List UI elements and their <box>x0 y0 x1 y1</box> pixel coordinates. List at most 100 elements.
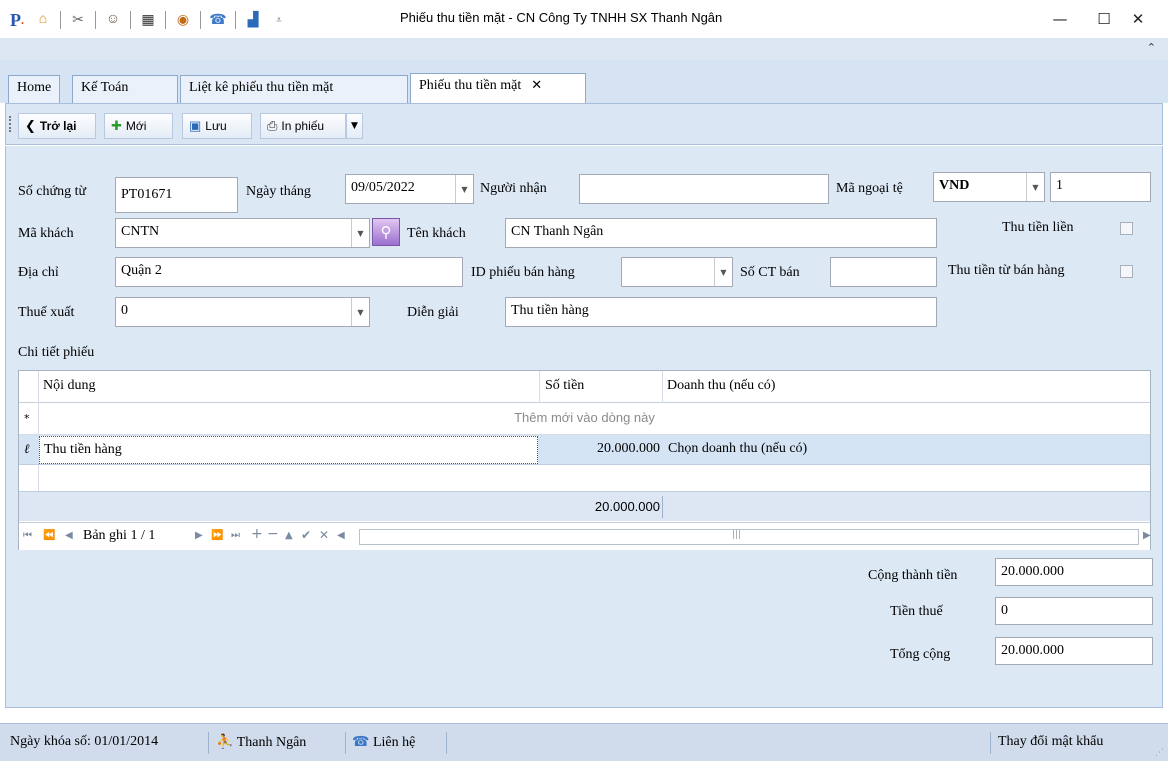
ngay-thang-input[interactable]: 09/05/2022 ▼ <box>345 174 474 204</box>
tong-cong-input[interactable]: 20.000.000 <box>995 637 1153 665</box>
sale-id-dropdown-icon[interactable]: ▼ <box>714 258 732 286</box>
so-chung-tu-label: Số chứng từ <box>18 184 87 199</box>
film-icon[interactable]: ▦ <box>137 10 159 30</box>
doanh-thu-cell[interactable]: Chọn doanh thu (nếu có) <box>668 441 807 457</box>
customize-dropdown-icon[interactable]: ⩡ <box>268 10 290 30</box>
grid-footer: 20.000.000 <box>19 491 1150 521</box>
cong-thanh-tien-input[interactable]: 20.000.000 <box>995 558 1153 586</box>
phone-icon[interactable]: ☎ <box>207 10 229 30</box>
document-tabs: Home Kế Toán Liệt kê phiếu thu tiền mặt … <box>0 60 1168 104</box>
id-phieu-ban-hang-label: ID phiếu bán hàng <box>471 265 575 280</box>
tab-liet-ke-phieu-thu[interactable]: Liệt kê phiếu thu tiền mặt <box>180 75 408 103</box>
tab-home[interactable]: Home <box>8 75 61 103</box>
edit-row-icon: ℓ <box>24 441 30 456</box>
home-icon[interactable]: ⌂ <box>32 10 54 30</box>
tab-ke-toan[interactable]: Kế Toán <box>72 75 178 103</box>
window-title: Phiếu thu tiền mặt - CN Công Ty TNHH SX … <box>400 10 723 25</box>
column-noi-dung[interactable]: Nội dung <box>43 378 96 394</box>
save-button[interactable]: ▣ Lưu <box>182 113 252 139</box>
details-grid: Nội dung Số tiền Doanh thu (nếu có) * Th… <box>18 370 1151 550</box>
thu-tien-lien-label: Thu tiền liền <box>1002 220 1074 235</box>
ten-khach-label: Tên khách <box>407 226 466 241</box>
thu-tien-tu-ban-hang-checkbox[interactable] <box>1120 265 1133 278</box>
new-button[interactable]: ✚ Mới <box>104 113 173 139</box>
cong-thanh-tien-label: Cộng thành tiền <box>868 568 958 583</box>
tax-dropdown-icon[interactable]: ▼ <box>351 298 369 326</box>
resize-grip-icon[interactable]: ⋰ <box>1155 748 1164 758</box>
last-record-icon[interactable]: ⏭ <box>231 530 240 541</box>
search-icon: ⚲ <box>380 224 392 241</box>
tien-thue-input[interactable]: 0 <box>995 597 1153 625</box>
thue-xuat-select[interactable]: 0 ▼ <box>115 297 370 327</box>
thu-tien-tu-ban-hang-label: Thu tiền từ bán hàng <box>948 263 1065 278</box>
nguoi-nhan-input[interactable] <box>579 174 829 204</box>
collapse-ribbon-icon[interactable]: ⌃ <box>1147 41 1156 54</box>
dia-chi-input[interactable]: Quận 2 <box>115 257 463 287</box>
table-row[interactable]: ℓ Thu tiền hàng 20.000.000 Chọn doanh th… <box>19 435 1150 465</box>
tab-phieu-thu-tien-mat[interactable]: Phiếu thu tiền mặt ✕ <box>410 73 586 104</box>
new-row[interactable]: * Thêm mới vào dòng này <box>19 403 1150 435</box>
close-button[interactable]: ✕ <box>1118 6 1158 32</box>
grid-icon[interactable]: ▟ <box>242 10 264 30</box>
date-dropdown-icon[interactable]: ▼ <box>455 175 473 203</box>
edit-record-icon[interactable]: ▲ <box>285 530 293 541</box>
minimize-button[interactable]: — <box>1040 6 1080 32</box>
column-so-tien[interactable]: Số tiền <box>545 378 584 394</box>
horizontal-scrollbar[interactable]: ||| <box>359 529 1139 545</box>
grid-header: Nội dung Số tiền Doanh thu (nếu có) <box>19 371 1150 403</box>
next-page-icon[interactable]: ⏩ <box>211 530 223 541</box>
thue-xuat-label: Thuế xuất <box>18 305 75 320</box>
user-icon: ⛹ <box>216 734 234 750</box>
app-logo-icon[interactable]: P. <box>6 10 28 30</box>
customer-dropdown-icon[interactable]: ▼ <box>351 219 369 247</box>
ten-khach-input[interactable]: CN Thanh Ngân <box>505 218 937 248</box>
printer-icon: ⎙ <box>267 118 278 133</box>
add-user-icon: ✚ <box>111 118 122 133</box>
so-ct-ban-input[interactable] <box>830 257 937 287</box>
so-chung-tu-input[interactable]: PT01671 <box>115 177 238 213</box>
contact-link[interactable]: ☎ Liên hệ <box>352 734 415 751</box>
footer-total: 20.000.000 <box>594 499 660 514</box>
toolbar-grip[interactable] <box>9 116 12 132</box>
tab-close-icon[interactable]: ✕ <box>531 78 542 93</box>
dia-chi-label: Địa chỉ <box>18 265 59 280</box>
column-doanh-thu[interactable]: Doanh thu (nếu có) <box>667 378 775 394</box>
tien-thue-label: Tiền thuế <box>890 604 943 619</box>
eye-icon[interactable]: ◉ <box>172 10 194 30</box>
tools-icon[interactable]: ✂ <box>67 10 89 30</box>
add-record-icon[interactable]: + <box>251 526 263 542</box>
so-ct-ban-label: Số CT bán <box>740 265 800 280</box>
cancel-record-icon[interactable]: ✕ <box>319 528 329 542</box>
id-phieu-ban-hang-select[interactable]: ▼ <box>621 257 733 287</box>
noi-dung-cell-input[interactable]: Thu tiền hàng <box>39 436 538 464</box>
delete-record-icon[interactable]: − <box>267 526 279 542</box>
ma-khach-select[interactable]: CNTN ▼ <box>115 218 370 248</box>
users-icon[interactable]: ☺ <box>102 10 124 30</box>
ma-ngoai-te-label: Mã ngoại tệ <box>836 181 903 196</box>
so-tien-cell[interactable]: 20.000.000 <box>544 441 660 457</box>
thu-tien-lien-checkbox[interactable] <box>1120 222 1133 235</box>
search-customer-button[interactable]: ⚲ <box>372 218 400 246</box>
toolbar: ❮ Trở lại ✚ Mới ▣ Lưu ⎙ In phiếu ▼ <box>5 103 1163 145</box>
confirm-record-icon[interactable]: ✔ <box>301 528 311 542</box>
prev-page-icon[interactable]: ⏪ <box>43 530 55 541</box>
user-status[interactable]: ⛹ Thanh Ngân <box>216 734 306 751</box>
exchange-rate-input[interactable]: 1 <box>1050 172 1151 202</box>
phone-icon: ☎ <box>352 734 370 750</box>
prev-record-icon[interactable]: ◀ <box>65 530 73 541</box>
back-button[interactable]: ❮ Trở lại <box>18 113 96 139</box>
dien-giai-input[interactable]: Thu tiền hàng <box>505 297 937 327</box>
tong-cong-label: Tổng cộng <box>890 647 951 662</box>
quick-access-toolbar: P. ⌂ ✂ ☺ ▦ ◉ ☎ ▟ ⩡ <box>6 9 294 31</box>
scroll-left-icon[interactable]: ◀ <box>337 530 345 541</box>
change-password-link[interactable]: Thay đổi mật khẩu <box>998 734 1103 750</box>
chevron-left-icon: ❮ <box>25 118 36 134</box>
new-row-text: Thêm mới vào dòng này <box>514 410 655 425</box>
print-button[interactable]: ⎙ In phiếu <box>260 113 346 139</box>
print-dropdown-icon[interactable]: ▼ <box>346 113 363 139</box>
scroll-right-icon[interactable]: ▶ <box>1143 530 1151 541</box>
ma-ngoai-te-select[interactable]: VND ▼ <box>933 172 1045 202</box>
first-record-icon[interactable]: ⏮ <box>23 530 32 541</box>
next-record-icon[interactable]: ▶ <box>195 530 203 541</box>
currency-dropdown-icon[interactable]: ▼ <box>1026 173 1044 201</box>
